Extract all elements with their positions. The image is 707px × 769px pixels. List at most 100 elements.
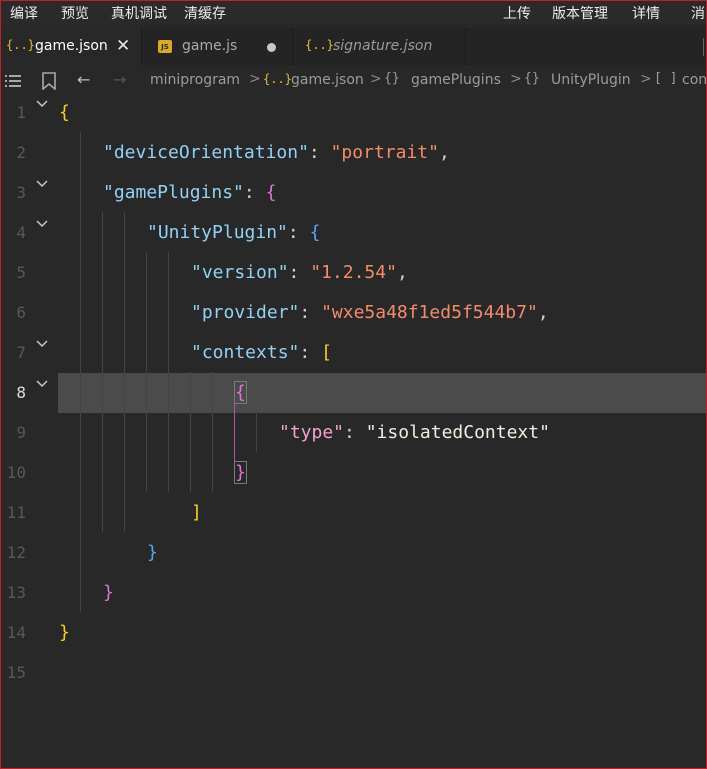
code-line-10: } [234, 461, 247, 484]
tab-overflow-divider [703, 38, 704, 56]
colon: : [287, 222, 310, 243]
code-line-4: "UnityPlugin": { [147, 222, 320, 244]
bookmark-icon[interactable] [42, 72, 56, 90]
code-line-8: { [234, 381, 247, 404]
version-management-menu[interactable]: 版本管理 [552, 3, 608, 23]
code-line-12: } [147, 542, 158, 564]
compile-menu[interactable]: 编译 [10, 3, 38, 23]
fold-chevron-down-icon[interactable] [35, 217, 49, 231]
json-file-icon: {..} [6, 38, 35, 52]
indent-guide [256, 412, 257, 452]
json-string: "1.2.54" [310, 262, 397, 283]
json-string: "wxe5a48f1ed5f544b7" [321, 302, 538, 323]
matched-brace: { [234, 381, 247, 404]
breadcrumb-item-unityplugin[interactable]: UnityPlugin [551, 72, 631, 88]
breadcrumb-separator: > [370, 71, 382, 87]
bracket: [ [321, 342, 332, 363]
indent-guide [124, 212, 125, 532]
list-icon[interactable] [5, 74, 21, 88]
line-number-current: 8 [16, 383, 26, 402]
code-line-9: "type": "isolatedContext" [279, 422, 550, 444]
preview-menu[interactable]: 预览 [61, 3, 89, 23]
json-key: "provider" [191, 302, 300, 323]
brace: } [147, 542, 158, 563]
json-string: "portrait" [330, 142, 439, 163]
line-number: 12 [6, 543, 26, 562]
colon: : [308, 142, 331, 163]
json-key: "type" [279, 422, 345, 443]
current-line-highlight [58, 373, 707, 413]
line-number: 2 [16, 143, 26, 162]
comma: , [438, 142, 450, 163]
tab-label: signature.json [333, 38, 433, 54]
indent-guide [190, 372, 191, 492]
brace: { [309, 222, 321, 243]
json-key: "version" [191, 262, 289, 283]
code-line-14: } [59, 622, 70, 644]
unsaved-dot-icon[interactable] [267, 43, 276, 52]
breadcrumb-separator: > [640, 71, 652, 87]
colon: : [288, 262, 311, 283]
breadcrumb-item-contexts[interactable]: con [682, 72, 707, 88]
line-number: 3 [16, 183, 26, 202]
line-number: 14 [6, 623, 26, 642]
line-number: 4 [16, 223, 26, 242]
object-icon: {} [384, 71, 400, 86]
close-icon[interactable]: ✕ [116, 36, 130, 56]
upload-menu[interactable]: 上传 [503, 3, 531, 23]
code-line-2: "deviceOrientation": "portrait", [103, 142, 450, 164]
line-number: 9 [16, 423, 26, 442]
code-line-5: "version": "1.2.54", [191, 262, 408, 284]
breadcrumb-item-game-json[interactable]: game.json [291, 72, 364, 88]
tab-game-json[interactable]: {..} game.json ✕ [0, 28, 142, 65]
bracket: ] [191, 502, 202, 523]
breadcrumb-separator: > [249, 71, 261, 87]
json-key: "deviceOrientation" [103, 142, 309, 163]
tab-signature-json[interactable]: {..} signature.json [293, 28, 466, 65]
colon: : [299, 302, 322, 323]
line-number: 10 [6, 463, 26, 482]
json-string: "isolatedContext" [365, 422, 550, 443]
message-menu[interactable]: 消 [691, 3, 705, 23]
line-number: 15 [6, 663, 26, 682]
remote-debug-menu[interactable]: 真机调试 [111, 3, 167, 23]
line-number: 6 [16, 303, 26, 322]
fold-chevron-down-icon[interactable] [35, 377, 49, 391]
indent-guide [168, 252, 169, 492]
code-line-7: "contexts": [ [191, 342, 332, 364]
code-line-13: } [103, 582, 114, 604]
tab-game-js[interactable]: JS game.js [142, 28, 293, 65]
back-icon[interactable]: ← [77, 70, 90, 89]
code-line-3: "gamePlugins": { [103, 182, 276, 204]
tab-label: game.js [182, 38, 238, 54]
active-indent-guide [234, 392, 235, 472]
clear-cache-menu[interactable]: 清缓存 [184, 3, 226, 23]
brace: } [103, 582, 114, 603]
comma: , [396, 262, 408, 283]
forward-icon[interactable]: → [113, 70, 126, 89]
js-file-icon: JS [158, 40, 172, 53]
tab-label: game.json [35, 38, 108, 54]
editor-tab-bar: {..} game.json ✕ JS game.js {..} signatu… [0, 28, 707, 65]
fold-chevron-down-icon[interactable] [35, 177, 49, 191]
json-file-icon: {..} [305, 38, 334, 52]
json-key: "gamePlugins" [103, 182, 244, 203]
json-file-icon: {..} [263, 72, 292, 86]
comma: , [537, 302, 549, 323]
code-line-1: { [59, 102, 70, 124]
fold-chevron-down-icon[interactable] [35, 337, 49, 351]
breadcrumb-separator: > [510, 71, 522, 87]
line-number: 5 [16, 263, 26, 282]
indent-guide [212, 372, 213, 492]
brace: } [59, 622, 70, 643]
array-icon: [ ] [654, 71, 678, 86]
object-icon: {} [524, 71, 540, 86]
breadcrumb-item-gameplugins[interactable]: gamePlugins [411, 72, 501, 88]
fold-chevron-down-icon[interactable] [35, 97, 49, 111]
brace: { [265, 182, 277, 203]
matched-brace: } [234, 461, 247, 484]
code-editor[interactable]: 1 2 3 4 5 6 7 8 9 10 11 12 13 14 15 { "d… [0, 92, 707, 769]
breadcrumb-item-miniprogram[interactable]: miniprogram [150, 72, 240, 88]
details-menu[interactable]: 详情 [632, 3, 660, 23]
line-number: 1 [16, 103, 26, 122]
